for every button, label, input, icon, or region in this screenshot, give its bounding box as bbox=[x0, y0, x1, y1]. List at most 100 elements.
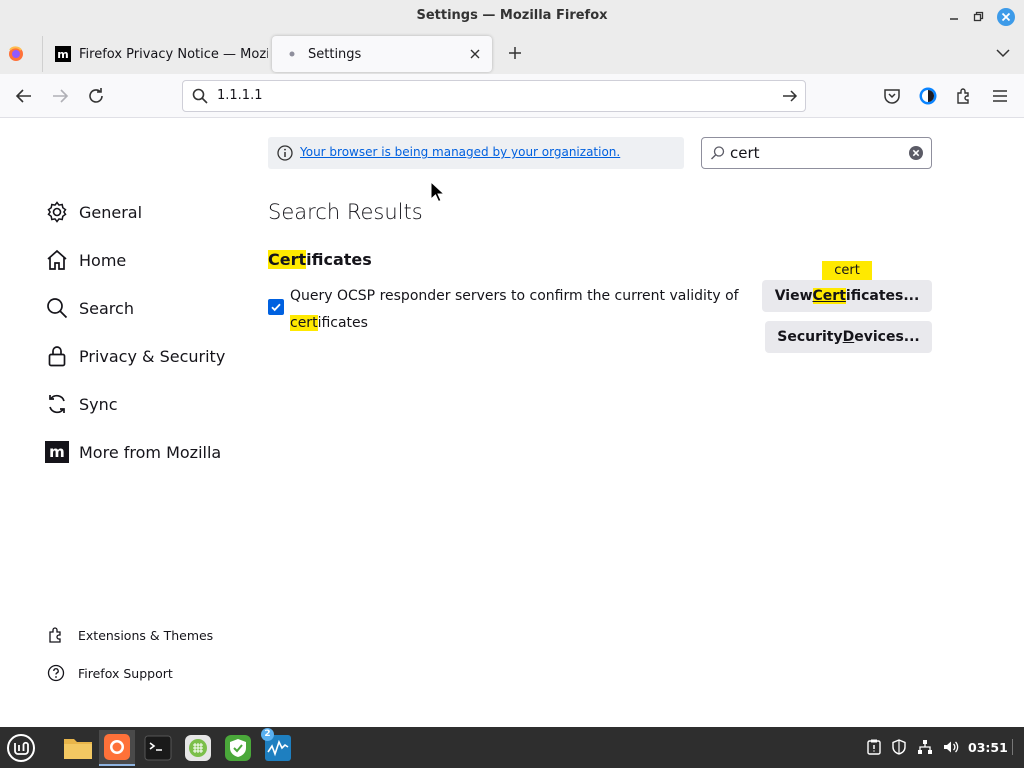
start-menu-button[interactable] bbox=[3, 730, 39, 766]
list-all-tabs-button[interactable] bbox=[992, 42, 1014, 64]
notification-badge: 2 bbox=[261, 728, 274, 741]
sidebar-item-label: Search bbox=[79, 298, 134, 318]
reload-button[interactable] bbox=[84, 84, 108, 108]
certificates-heading: Certificates bbox=[268, 250, 372, 269]
sidebar-item-search[interactable]: Search bbox=[44, 292, 134, 324]
settings-search-input[interactable]: cert bbox=[701, 137, 932, 169]
puzzle-icon bbox=[46, 625, 66, 645]
btn-label-post: ificates... bbox=[845, 288, 920, 304]
clipboard-tray-icon[interactable] bbox=[865, 738, 883, 756]
shield-tray-icon[interactable] bbox=[890, 738, 908, 756]
sidebar-item-label: Home bbox=[79, 250, 127, 270]
firefox-icon bbox=[104, 734, 130, 760]
minimize-icon bbox=[950, 18, 958, 20]
calculator-taskbar-button[interactable] bbox=[180, 730, 216, 766]
clear-icon bbox=[909, 146, 923, 160]
search-highlight: Cert bbox=[268, 250, 307, 269]
menu-button[interactable] bbox=[988, 84, 1012, 108]
tab-privacy-notice[interactable]: m Firefox Privacy Notice — Mozilla bbox=[42, 36, 268, 72]
info-icon bbox=[277, 145, 293, 165]
url-text[interactable]: 1.1.1.1 bbox=[217, 88, 262, 103]
terminal-taskbar-button[interactable] bbox=[140, 730, 176, 766]
sidebar-item-label: Sync bbox=[79, 394, 118, 414]
pocket-icon bbox=[884, 89, 900, 104]
btn-label-pre: Security bbox=[777, 329, 843, 345]
gear-icon bbox=[44, 199, 70, 225]
btn-label-pre: View bbox=[774, 288, 813, 304]
access-key: D bbox=[842, 329, 855, 345]
search-results-heading: Search Results bbox=[268, 200, 423, 224]
plus-icon bbox=[509, 47, 521, 59]
pocket-button[interactable] bbox=[880, 84, 904, 108]
sidebar-item-more-from-mozilla[interactable]: m More from Mozilla bbox=[44, 436, 221, 468]
tab-label: Settings bbox=[308, 46, 362, 62]
search-icon bbox=[44, 295, 70, 321]
hamburger-icon bbox=[993, 90, 1007, 102]
close-window-button[interactable] bbox=[996, 7, 1016, 27]
search-value[interactable]: cert bbox=[730, 144, 760, 162]
window-titlebar: Settings — Mozilla Firefox bbox=[0, 0, 1024, 34]
lock-icon bbox=[44, 343, 70, 369]
checkmark-icon bbox=[271, 303, 281, 312]
minimize-button[interactable] bbox=[944, 7, 964, 27]
sidebar-item-privacy[interactable]: Privacy & Security bbox=[44, 340, 225, 372]
sidebar-item-home[interactable]: Home bbox=[44, 244, 126, 276]
back-button[interactable] bbox=[12, 84, 36, 108]
grid-app-icon bbox=[185, 735, 211, 761]
navigation-toolbar: 1.1.1.1 bbox=[0, 74, 1024, 118]
close-tab-button[interactable] bbox=[464, 43, 486, 65]
arrow-left-icon bbox=[15, 89, 31, 103]
volume-tray-icon[interactable] bbox=[942, 738, 960, 756]
show-desktop-button[interactable] bbox=[1010, 738, 1016, 756]
system-taskbar: 2 03:51 bbox=[0, 727, 1024, 768]
sync-icon bbox=[44, 391, 70, 417]
search-icon bbox=[710, 145, 726, 165]
clock[interactable]: 03:51 bbox=[968, 740, 1008, 755]
ocsp-checkbox-label[interactable]: Query OCSP responder servers to confirm … bbox=[290, 283, 740, 337]
extensions-themes-link[interactable]: Extensions & Themes bbox=[46, 623, 213, 647]
svg-text:m: m bbox=[57, 48, 68, 61]
firefox-taskbar-button[interactable] bbox=[99, 730, 135, 766]
managed-policies-link[interactable]: Your browser is being managed by your or… bbox=[300, 145, 620, 159]
extensions-button[interactable] bbox=[952, 84, 976, 108]
shield-app-taskbar-button[interactable] bbox=[220, 730, 256, 766]
firefox-view-button[interactable] bbox=[6, 44, 30, 64]
tab-label: Firefox Privacy Notice — Mozilla bbox=[79, 46, 268, 62]
search-match-tooltip: cert bbox=[822, 261, 872, 280]
files-taskbar-button[interactable] bbox=[60, 730, 96, 766]
search-highlight: Cert bbox=[812, 288, 846, 304]
sidebar-item-label: More from Mozilla bbox=[79, 442, 222, 462]
firefox-icon bbox=[9, 46, 23, 61]
contrast-icon bbox=[919, 87, 937, 105]
footer-item-label: Firefox Support bbox=[78, 665, 173, 681]
firefox-support-link[interactable]: Firefox Support bbox=[46, 661, 173, 685]
security-devices-button[interactable]: Security Devices... bbox=[765, 321, 932, 353]
help-icon bbox=[46, 663, 66, 683]
forward-button[interactable] bbox=[48, 84, 72, 108]
sidebar-item-label: Privacy & Security bbox=[79, 346, 226, 366]
terminal-icon bbox=[144, 735, 172, 761]
maximize-button[interactable] bbox=[968, 7, 988, 27]
mozilla-icon: m bbox=[44, 439, 70, 465]
new-tab-button[interactable] bbox=[504, 42, 526, 64]
url-bar[interactable]: 1.1.1.1 bbox=[182, 80, 806, 112]
svg-text:m: m bbox=[49, 443, 65, 461]
sidebar-item-sync[interactable]: Sync bbox=[44, 388, 118, 420]
tab-settings[interactable]: Settings bbox=[272, 36, 492, 72]
network-tray-icon[interactable] bbox=[916, 738, 934, 756]
close-icon bbox=[997, 8, 1015, 26]
search-highlight: cert bbox=[290, 315, 318, 331]
chevron-down-icon bbox=[996, 49, 1010, 58]
theme-button[interactable] bbox=[916, 84, 940, 108]
ocsp-checkbox[interactable] bbox=[268, 299, 284, 315]
mouse-cursor-icon bbox=[430, 180, 446, 207]
sidebar-item-general[interactable]: General bbox=[44, 196, 142, 228]
view-certificates-button[interactable]: View Cert ificates... bbox=[762, 280, 932, 312]
btn-label-post: evices... bbox=[854, 329, 920, 345]
ocsp-label-text: Query OCSP responder servers to confirm … bbox=[290, 288, 739, 304]
go-arrow-icon[interactable] bbox=[781, 87, 799, 109]
puzzle-icon bbox=[957, 88, 969, 104]
shield-icon bbox=[225, 735, 251, 761]
clear-search-button[interactable] bbox=[908, 145, 924, 165]
heading-rest: ificates bbox=[306, 250, 372, 269]
